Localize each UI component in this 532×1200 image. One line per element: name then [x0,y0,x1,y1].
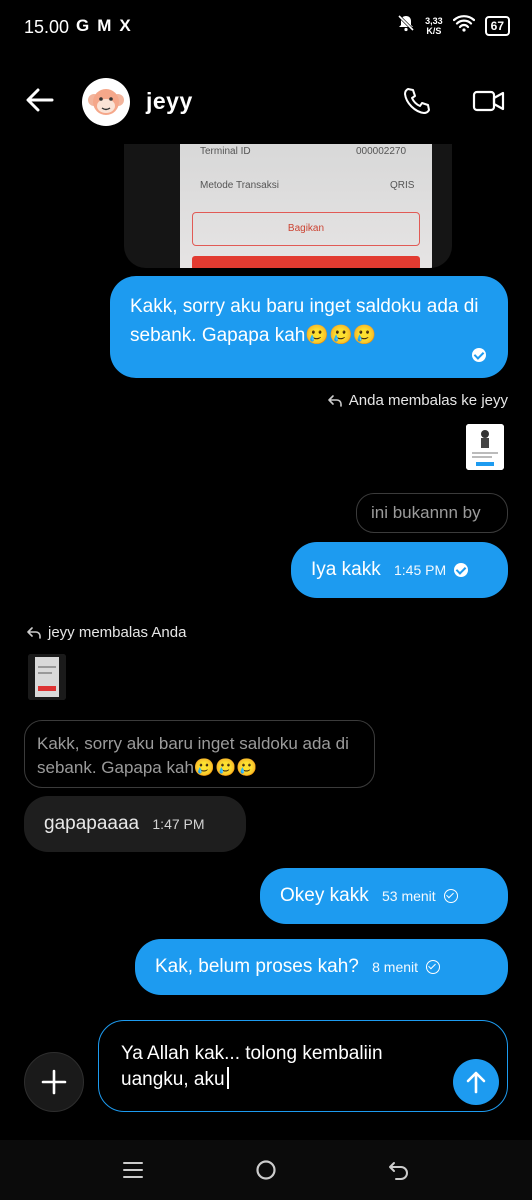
speed-value: 3,33 [425,15,443,26]
battery-indicator: 67 [484,15,510,36]
sent-check-icon [426,960,441,974]
read-check-icon [472,348,486,362]
message-text: Okey kakk [280,885,369,906]
call-button[interactable] [402,86,432,121]
message-text: Kakk, sorry aku baru inget saldoku ada d… [130,296,479,346]
quoted-image-thumbnail[interactable] [28,654,66,700]
send-button[interactable] [453,1059,499,1105]
message-bubble-outgoing[interactable]: Kakk, sorry aku baru inget saldoku ada d… [110,276,508,378]
wifi-icon [452,14,475,37]
message-bubble-outgoing[interactable]: Kak, belum proses kah? 8 menit [135,939,508,995]
message-input-value: Ya Allah kak... tolong kembaliin uangku,… [121,1043,383,1090]
photo-red-button [192,256,420,268]
recent-apps-button[interactable] [122,1160,144,1185]
message-time: 8 menit [372,959,419,975]
x-icon: X [119,16,131,35]
system-navigation-bar [0,1140,532,1200]
message-bubble-outgoing[interactable]: Iya kakk 1:45 PM [291,542,508,598]
video-call-button[interactable] [472,88,506,119]
google-icon: G [76,16,90,35]
status-time: 15.00 [24,17,70,37]
arrow-up-icon [466,1071,486,1094]
reply-arrow-icon [327,394,342,407]
text-caret [226,1067,229,1089]
message-text: Kak, belum proses kah? [155,956,359,977]
quoted-image-thumbnail[interactable] [466,424,504,470]
gmail-icon: M [97,16,112,35]
message-input[interactable]: Ya Allah kak... tolong kembaliin uangku,… [98,1020,508,1112]
photo-row1-value: 000002270 [356,146,407,157]
quoted-message[interactable]: Kakk, sorry aku baru inget saldoku ada d… [24,720,375,788]
reply-arrow-icon [27,626,41,639]
notification-icons: G M X [76,16,131,36]
thumbnail-image [28,654,66,700]
menu-lines-icon [123,1162,143,1178]
message-time: 1:47 PM [152,816,205,832]
message-input-text[interactable]: Ya Allah kak... tolong kembaliin uangku,… [121,1041,451,1093]
photo-row2-label: Metode Transaksi [200,180,279,191]
reply-indicator: jeyy membalas Anda [26,624,186,641]
speed-unit: K/S [426,25,442,36]
read-check-icon [454,563,469,577]
message-time: 1:45 PM [393,562,447,578]
sent-check-icon [443,889,458,903]
chat-header: jeyy [0,64,532,140]
message-text: gapapaaaa [44,813,140,834]
arrow-left-icon [26,88,54,112]
contact-name[interactable]: jeyy [146,88,193,115]
message-text: Iya kakk [311,559,381,580]
home-button[interactable] [255,1159,277,1186]
quoted-message[interactable]: ini bukannn by [356,493,508,533]
video-camera-icon [472,90,505,112]
reply-label-text: jeyy membalas Anda [48,624,187,641]
message-time: 53 menit [381,888,436,904]
plus-icon [41,1069,67,1095]
monkey-avatar-icon [88,89,124,115]
back-arrow-icon [389,1162,408,1180]
avatar[interactable] [82,78,130,126]
photo-share-button: Bagikan [192,212,420,246]
mute-bell-icon [397,14,415,37]
message-bubble-incoming[interactable]: gapapaaaa 1:47 PM [24,796,246,852]
back-nav-button[interactable] [388,1159,410,1186]
photo-row1-label: Terminal ID [200,146,251,157]
network-speed: 3,33 K/S [425,16,443,36]
back-button[interactable] [26,88,54,117]
home-circle-icon [256,1160,276,1180]
add-attachment-button[interactable] [24,1052,84,1112]
reply-indicator: Anda membalas ke jeyy [327,392,508,409]
reply-label-text: Anda membalas ke jeyy [348,392,508,409]
photo-row2-value: QRIS [390,180,415,191]
photo-content: Terminal ID 000002270 Metode Transaksi Q… [180,144,432,268]
message-bubble-outgoing[interactable]: Okey kakk 53 menit [260,868,508,924]
thumbnail-image [466,424,504,470]
phone-icon [404,88,430,114]
status-bar: 15.00 G M X 3,33 K/S 67 [0,0,532,54]
shared-photo[interactable]: Terminal ID 000002270 Metode Transaksi Q… [124,144,452,268]
